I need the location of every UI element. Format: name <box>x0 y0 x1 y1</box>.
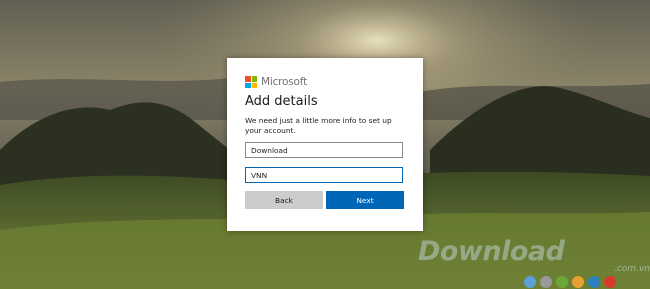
next-button[interactable]: Next <box>326 191 404 209</box>
microsoft-logo-icon <box>245 76 257 88</box>
download-watermark: Download .com.vn <box>418 236 650 289</box>
back-button[interactable]: Back <box>245 191 323 209</box>
logo-blue-square <box>245 82 251 88</box>
dialog-title: Add details <box>245 94 318 109</box>
last-name-field[interactable] <box>245 167 403 183</box>
dialog-description: We need just a little more info to set u… <box>245 116 392 135</box>
watermark-dot-5 <box>588 276 600 288</box>
add-details-dialog: Microsoft Add details We need just a lit… <box>227 58 423 231</box>
logo-green-square <box>251 76 257 82</box>
watermark-dots <box>524 276 616 288</box>
microsoft-brand: Microsoft <box>245 76 307 88</box>
watermark-dot-6 <box>604 276 616 288</box>
logo-red-square <box>245 76 251 82</box>
brand-name: Microsoft <box>261 76 307 88</box>
watermark-dot-3 <box>556 276 568 288</box>
watermark-dot-4 <box>572 276 584 288</box>
watermark-domain: .com.vn <box>614 264 650 274</box>
watermark-dot-2 <box>540 276 552 288</box>
watermark-dot-1 <box>524 276 536 288</box>
first-name-field[interactable] <box>245 142 403 158</box>
watermark-text: Download <box>418 236 565 267</box>
logo-yellow-square <box>251 82 257 88</box>
